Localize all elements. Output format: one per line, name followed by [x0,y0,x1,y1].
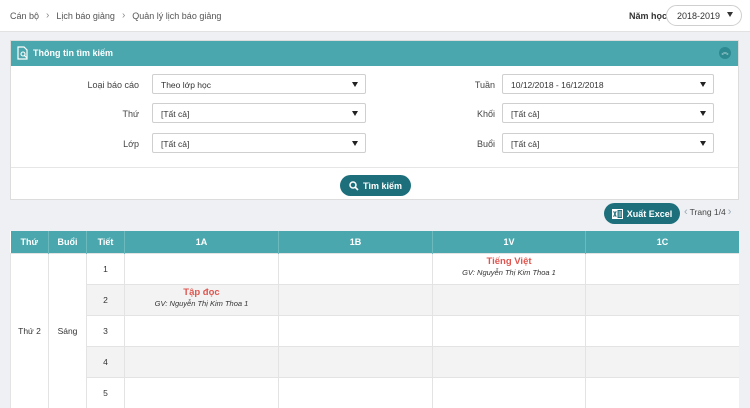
caret-down-icon [700,82,706,87]
lesson-cell[interactable] [585,314,739,347]
lesson-cell[interactable] [585,376,739,408]
lesson-cell[interactable] [432,345,586,378]
session-label: Buổi [476,139,495,149]
lesson-cell[interactable] [124,345,279,378]
table-row: 3 [11,314,739,347]
lesson-cell[interactable] [278,283,433,316]
week-select[interactable]: 10/12/2018 - 16/12/2018 [502,74,714,94]
excel-icon [611,208,623,219]
header-session: Buổi [48,231,87,253]
class-select[interactable]: [Tất cả] [152,133,366,153]
week-label: Tuần [474,80,495,90]
lesson-teacher: GV: Nguyễn Thị Kim Thoa 1 [154,298,249,308]
table-row: 5 [11,376,739,408]
caret-down-icon [700,111,706,116]
lesson-cell[interactable] [432,314,586,347]
caret-down-icon [352,111,358,116]
page-indicator: Trang 1/4 [689,207,726,217]
lesson-subject: Tập đọc [183,286,220,298]
class-label: Lớp [123,139,139,149]
header-class-1v: 1V [432,231,586,253]
lesson-cell[interactable] [585,252,739,285]
panel-divider [11,167,738,168]
header-period: Tiết [86,231,125,253]
search-button[interactable]: Tìm kiếm [340,175,411,196]
chevron-right-icon[interactable]: › [728,207,732,218]
lesson-entry: Tiếng Việt GV: Nguyễn Thị Kim Thoa 1 [433,256,585,277]
chevron-right-icon: › [121,10,126,21]
report-type-label: Loại báo cáo [87,80,139,90]
lesson-cell[interactable] [278,252,433,285]
header-weekday: Thứ [10,231,49,253]
weekday-select[interactable]: [Tất cả] [152,103,366,123]
period-cell: 2 [86,283,125,316]
export-excel-button[interactable]: Xuất Excel [604,203,680,224]
caret-down-icon [700,141,706,146]
breadcrumb-item[interactable]: Cán bộ [10,11,39,21]
lesson-subject: Tiếng Việt [486,255,532,267]
report-type-select[interactable]: Theo lớp học [152,74,366,94]
document-search-icon [17,46,28,60]
table-row: 2 Tập đọc GV: Nguyễn Thị Kim Thoa 1 [11,283,739,316]
search-icon [349,180,359,191]
header-class-1a: 1A [124,231,279,253]
lesson-cell[interactable] [585,345,739,378]
school-year-select[interactable]: 2018-2019 [666,5,742,26]
lesson-cell[interactable] [124,252,279,285]
grade-select[interactable]: [Tất cả] [502,103,714,123]
search-button-label: Tìm kiếm [362,180,402,191]
lesson-cell[interactable] [585,283,739,316]
header-class-1b: 1B [278,231,433,253]
table-header-row: Thứ Buổi Tiết 1A 1B 1V 1C [10,231,739,253]
search-panel-title: Thông tin tìm kiếm [33,48,113,58]
grade-value: [Tất cả] [511,109,540,119]
period-cell: 5 [86,376,125,408]
lesson-cell[interactable]: Tập đọc GV: Nguyễn Thị Kim Thoa 1 [124,283,279,316]
table-row: Thứ 2 Sáng 1 Tiếng Việt GV: Nguyễn Thị K… [10,252,739,408]
table-row: 4 [11,345,739,378]
chevron-left-icon[interactable]: ‹ [684,207,688,218]
chevron-right-icon: › [46,10,50,21]
top-bar: Cán bộ › Lịch báo giảng › Quản lý lịch b… [0,0,750,32]
weekday-cell: Thứ 2 [10,252,49,408]
report-type-value: Theo lớp học [161,80,211,90]
week-value: 10/12/2018 - 16/12/2018 [511,80,604,90]
search-panel: Thông tin tìm kiếm ︽ Loại báo cáo Theo l… [10,40,739,200]
lesson-cell[interactable]: Tiếng Việt GV: Nguyễn Thị Kim Thoa 1 [432,252,586,285]
caret-down-icon [352,141,358,146]
pagination: ‹ Trang 1/4 › [684,207,732,218]
school-year-label: Năm học [629,11,668,21]
schedule-table: Thứ Buổi Tiết 1A 1B 1V 1C Thứ 2 Sáng 1 T… [10,231,739,408]
caret-down-icon [352,82,358,87]
weekday-label: Thứ [122,109,139,119]
session-select[interactable]: [Tất cả] [502,133,714,153]
lesson-cell[interactable] [124,376,279,408]
class-value: [Tất cả] [161,139,190,149]
breadcrumb-item-current: Quản lý lịch báo giảng [132,10,222,21]
session-cell: Sáng [48,252,87,408]
lesson-cell[interactable] [278,345,433,378]
lesson-cell[interactable] [432,283,586,316]
collapse-up-icon[interactable]: ︽ [719,47,731,59]
header-class-1c: 1C [585,231,739,253]
lesson-cell[interactable] [278,314,433,347]
export-excel-label: Xuất Excel [626,208,673,219]
search-panel-header: Thông tin tìm kiếm ︽ [11,41,738,66]
lesson-cell[interactable] [432,376,586,408]
breadcrumb: Cán bộ › Lịch báo giảng › Quản lý lịch b… [10,10,221,21]
lesson-cell[interactable] [124,314,279,347]
period-cell: 4 [86,345,125,378]
lesson-entry: Tập đọc GV: Nguyễn Thị Kim Thoa 1 [125,287,278,308]
grade-label: Khối [476,109,495,119]
period-cell: 3 [86,314,125,347]
lesson-cell[interactable] [278,376,433,408]
period-cell: 1 [86,252,125,285]
weekday-value: [Tất cả] [161,109,190,119]
lesson-teacher: GV: Nguyễn Thị Kim Thoa 1 [462,267,556,277]
session-value: [Tất cả] [511,139,540,149]
school-year-value: 2018-2019 [677,11,721,21]
breadcrumb-item[interactable]: Lịch báo giảng [56,11,115,21]
caret-down-icon [727,12,733,17]
